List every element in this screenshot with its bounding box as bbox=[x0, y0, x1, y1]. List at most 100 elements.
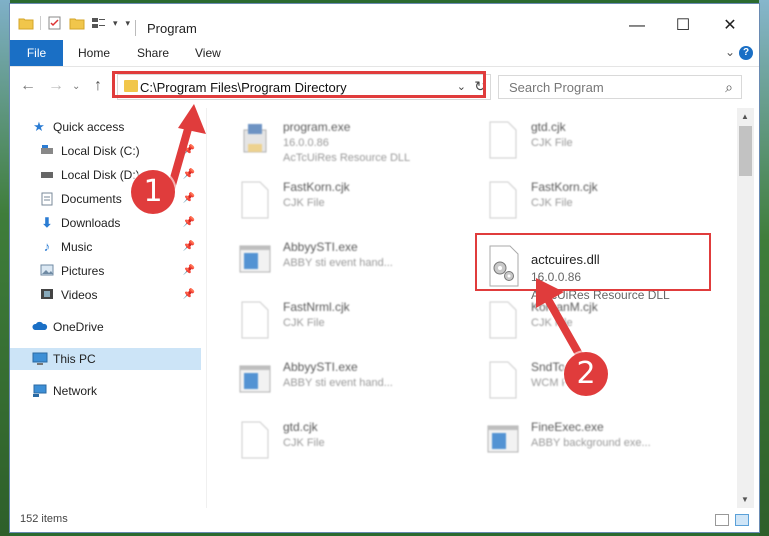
sidebar-item-label: Music bbox=[61, 240, 93, 254]
sidebar-item-label: OneDrive bbox=[53, 320, 104, 334]
view-switcher bbox=[715, 514, 749, 526]
file-detail: ABBY sti event hand... bbox=[283, 377, 393, 389]
up-arrow-icon[interactable]: ↑ bbox=[94, 77, 102, 95]
file-list: program.exe 16.0.0.86 AcTcUiRes Resource… bbox=[212, 108, 737, 508]
file-item[interactable]: AbbyySTI.exe ABBY sti event hand... bbox=[212, 354, 452, 408]
scroll-up-icon[interactable]: ▲ bbox=[741, 112, 749, 121]
dropdown-arrow-icon[interactable]: ▾ bbox=[113, 18, 118, 29]
details-view-icon[interactable] bbox=[715, 514, 729, 526]
sidebar-item-music[interactable]: ♪ Music 📌 bbox=[10, 236, 201, 258]
star-icon: ★ bbox=[33, 119, 45, 134]
scroll-thumb[interactable] bbox=[739, 126, 752, 176]
desktop-background-right bbox=[759, 0, 769, 536]
navigation-bar: ← → ⌄ ↑ C:\Program Files\Program Directo… bbox=[10, 67, 759, 105]
forward-arrow-icon[interactable]: → bbox=[48, 77, 64, 95]
file-detail: CJK File bbox=[531, 197, 573, 209]
tab-home[interactable]: Home bbox=[78, 40, 110, 66]
sidebar-item-label: Quick access bbox=[53, 120, 125, 134]
blank-file-icon bbox=[489, 301, 517, 339]
file-item[interactable]: AbbyySTI.exe ABBY sti event hand... bbox=[212, 234, 452, 288]
file-name: AbbyySTI.exe bbox=[283, 360, 358, 374]
file-item[interactable]: FastKorn.cjk CJK File bbox=[460, 174, 700, 228]
ribbon-tabs: File Home Share View ⌄ ? bbox=[10, 40, 759, 67]
sidebar-item-label: Downloads bbox=[61, 216, 121, 230]
close-button[interactable]: ✕ bbox=[707, 14, 753, 38]
blank-file-icon bbox=[241, 301, 269, 339]
exe-icon bbox=[243, 124, 267, 153]
properties-icon[interactable] bbox=[47, 16, 63, 30]
file-name: program.exe bbox=[283, 120, 351, 134]
sidebar-item-onedrive[interactable]: OneDrive bbox=[10, 316, 201, 338]
pin-icon[interactable]: 📌 bbox=[183, 260, 195, 282]
file-name: gtd.cjk bbox=[283, 420, 318, 434]
sidebar-item-this-pc[interactable]: This PC bbox=[10, 348, 201, 370]
file-item[interactable]: gtd.cjk CJK File bbox=[212, 414, 452, 468]
status-bar: 152 items bbox=[10, 508, 759, 532]
sidebar-item-videos[interactable]: Videos 📌 bbox=[10, 284, 201, 306]
file-name: FastKorn.cjk bbox=[283, 180, 350, 194]
file-item[interactable]: FastNrml.cjk CJK File bbox=[212, 294, 452, 348]
qat-chevron-icon[interactable]: ▾ bbox=[126, 18, 131, 29]
address-highlight-box bbox=[112, 71, 486, 98]
file-detail: ABBY background exe... bbox=[531, 437, 651, 449]
help-icon[interactable]: ? bbox=[739, 46, 753, 60]
cloud-icon bbox=[32, 320, 48, 334]
customize-icon[interactable] bbox=[91, 16, 107, 30]
drive-icon bbox=[40, 168, 54, 182]
sidebar-item-downloads[interactable]: ⬇ Downloads 📌 bbox=[10, 212, 201, 234]
pin-icon[interactable]: 📌 bbox=[183, 284, 195, 306]
large-icons-view-icon[interactable] bbox=[735, 514, 749, 526]
sidebar-item-network[interactable]: Network bbox=[10, 380, 201, 402]
item-count: 152 items bbox=[20, 513, 68, 525]
recent-locations-icon[interactable]: ⌄ bbox=[72, 81, 80, 92]
new-folder-icon[interactable] bbox=[69, 16, 85, 30]
file-detail: AcTcUiRes Resource DLL bbox=[283, 152, 411, 164]
blank-file-icon bbox=[241, 421, 269, 459]
blank-file-icon bbox=[489, 121, 517, 159]
app-window-icon bbox=[487, 425, 519, 453]
file-detail: CJK File bbox=[283, 317, 325, 329]
file-item[interactable]: FastKorn.cjk CJK File bbox=[212, 174, 452, 228]
quick-access-toolbar: ▾ ▾ bbox=[18, 16, 130, 30]
sidebar-item-label: Documents bbox=[61, 192, 122, 206]
pin-icon[interactable]: 📌 bbox=[183, 212, 195, 234]
search-icon[interactable]: ⌕ bbox=[725, 79, 733, 96]
pin-icon[interactable]: 📌 bbox=[183, 236, 195, 258]
file-detail: CJK File bbox=[283, 437, 325, 449]
back-arrow-icon[interactable]: ← bbox=[20, 77, 36, 95]
maximize-button[interactable]: ☐ bbox=[660, 14, 706, 38]
downloads-icon: ⬇ bbox=[41, 215, 53, 230]
pictures-icon bbox=[40, 264, 54, 278]
file-item[interactable]: FineExec.exe ABBY background exe... bbox=[460, 414, 700, 468]
drive-icon bbox=[40, 144, 54, 158]
tab-view[interactable]: View bbox=[195, 40, 221, 66]
sidebar-item-label: Pictures bbox=[61, 264, 105, 278]
blank-file-icon bbox=[489, 181, 517, 219]
expand-ribbon-icon[interactable]: ⌄ bbox=[725, 45, 735, 59]
file-name: AbbyySTI.exe bbox=[283, 240, 358, 254]
file-detail: 16.0.0.86 bbox=[283, 137, 329, 149]
file-detail: CJK File bbox=[283, 197, 325, 209]
title-separator bbox=[135, 20, 136, 36]
app-window-icon bbox=[239, 245, 271, 273]
file-item[interactable]: program.exe 16.0.0.86 AcTcUiRes Resource… bbox=[212, 114, 452, 168]
file-item[interactable]: gtd.cjk CJK File bbox=[460, 114, 700, 168]
minimize-button[interactable]: — bbox=[614, 14, 660, 38]
title-bar: ▾ ▾ Program — ☐ ✕ bbox=[10, 4, 759, 40]
file-detail: CJK File bbox=[531, 137, 573, 149]
blank-file-icon bbox=[489, 361, 517, 399]
documents-icon bbox=[40, 192, 54, 206]
file-detail: ABBY sti event hand... bbox=[283, 257, 393, 269]
blank-file-icon bbox=[241, 181, 269, 219]
scroll-down-icon[interactable]: ▼ bbox=[741, 495, 749, 504]
sidebar-item-pictures[interactable]: Pictures 📌 bbox=[10, 260, 201, 282]
toolbar-separator bbox=[40, 16, 41, 30]
videos-icon bbox=[40, 288, 54, 302]
vertical-scrollbar[interactable]: ▲ ▼ bbox=[737, 108, 754, 508]
search-placeholder: Search Program bbox=[509, 80, 604, 95]
tab-share[interactable]: Share bbox=[137, 40, 169, 66]
file-name: gtd.cjk bbox=[531, 120, 566, 134]
sidebar-item-label: This PC bbox=[53, 352, 96, 366]
search-input[interactable]: Search Program ⌕ bbox=[498, 75, 742, 99]
tab-file[interactable]: File bbox=[10, 40, 63, 66]
